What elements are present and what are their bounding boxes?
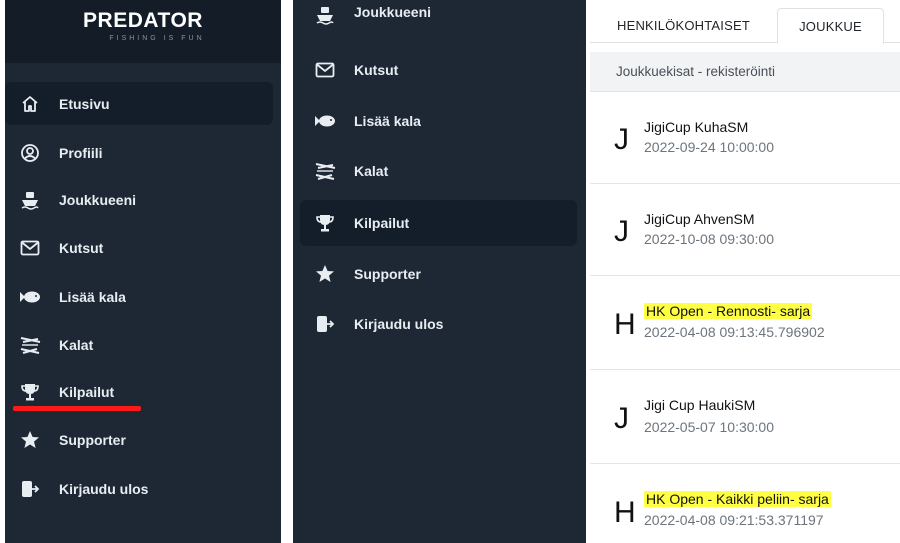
- sidebar-item-label: Supporter: [59, 431, 126, 448]
- app-tagline: FISHING IS FUN: [109, 35, 205, 42]
- sidebar-item-joukkueeni[interactable]: Joukkueeni: [300, 0, 577, 36]
- list-item-initial: H: [614, 308, 636, 341]
- boat-icon: [314, 4, 336, 26]
- trophy-icon: [314, 212, 336, 234]
- sidebar-item-label: Joukkueeni: [59, 191, 137, 208]
- star-icon: [19, 429, 41, 451]
- logo-bar: PREDATOR FISHING IS FUN: [5, 0, 281, 63]
- fish-icon: [314, 110, 336, 132]
- competition-name: JigiCup AhvenSM: [644, 211, 755, 227]
- sidebar-item-supporter[interactable]: Supporter: [300, 252, 577, 295]
- sidebar-item-supporter[interactable]: Supporter: [5, 418, 273, 461]
- sidebar-item-label: Kilpailut: [59, 383, 115, 400]
- envelope-icon: [19, 237, 41, 259]
- list-item[interactable]: H HK Open - Rennosti- sarja 2022-04-08 0…: [590, 276, 900, 370]
- middle-sidebar: Joukkueeni Kutsut Lisää kala Kalat Kilpa: [293, 0, 586, 543]
- annotation-underline: [13, 406, 141, 411]
- list-item-initial: J: [614, 123, 629, 156]
- sidebar-item-label: Lisää kala: [59, 288, 126, 305]
- sidebar-item-label: Lisää kala: [354, 112, 421, 129]
- list-item[interactable]: J Jigi Cup HaukiSM 2022-05-07 10:30:00: [590, 370, 900, 464]
- competition-datetime: 2022-09-24 10:00:00: [644, 139, 774, 155]
- tab-joukkue[interactable]: JOUKKUE: [777, 8, 884, 44]
- tab-bar: HENKILÖKOHTAISET JOUKKUE: [590, 8, 900, 44]
- tab-henkilokohtaiset[interactable]: HENKILÖKOHTAISET: [590, 8, 777, 43]
- competition-datetime: 2022-04-08 09:21:53.371197: [644, 512, 824, 528]
- sidebar-item-lisaa-kala[interactable]: Lisää kala: [300, 99, 577, 142]
- competition-datetime: 2022-10-08 09:30:00: [644, 231, 774, 247]
- left-sidebar: PREDATOR FISHING IS FUN Etusivu Profiili…: [5, 0, 281, 543]
- sidebar-item-etusivu[interactable]: Etusivu: [5, 82, 273, 125]
- sidebar-item-label: Kalat: [354, 162, 389, 179]
- competition-datetime: 2022-04-08 09:13:45.796902: [644, 324, 825, 340]
- competition-name: JigiCup KuhaSM: [644, 119, 749, 135]
- sidebar-item-label: Kirjaudu ulos: [59, 480, 149, 497]
- sidebar-item-kalat[interactable]: Kalat: [300, 149, 577, 192]
- user-circle-icon: [19, 142, 41, 164]
- sidebar-item-label: Joukkueeni: [354, 4, 432, 20]
- boat-icon: [19, 189, 41, 211]
- sidebar-item-label: Kutsut: [59, 239, 104, 256]
- section-title: Joukkuekisat - rekisteröinti: [590, 52, 900, 92]
- sidebar-item-label: Kirjaudu ulos: [354, 315, 444, 332]
- sidebar-item-kirjaudu-ulos[interactable]: Kirjaudu ulos: [300, 302, 577, 345]
- sidebar-item-kilpailut[interactable]: Kilpailut: [300, 200, 577, 246]
- sidebar-item-kutsut[interactable]: Kutsut: [5, 226, 273, 269]
- list-item-initial: J: [614, 215, 629, 248]
- sidebar-item-kirjaudu-ulos[interactable]: Kirjaudu ulos: [5, 467, 273, 510]
- sidebar-item-label: Etusivu: [59, 95, 110, 112]
- competition-name: HK Open - Rennosti- sarja: [644, 303, 813, 319]
- list-item[interactable]: H HK Open - Kaikki peliin- sarja 2022-04…: [590, 464, 900, 543]
- list-item[interactable]: J JigiCup AhvenSM 2022-10-08 09:30:00: [590, 184, 900, 276]
- star-icon: [314, 263, 336, 285]
- sidebar-item-label: Kutsut: [354, 61, 399, 78]
- list-item-initial: H: [614, 496, 636, 529]
- list-item[interactable]: J JigiCup KuhaSM 2022-09-24 10:00:00: [590, 92, 900, 184]
- sidebar-item-label: Kalat: [59, 336, 94, 353]
- sidebar-item-profiili[interactable]: Profiili: [5, 131, 273, 174]
- sidebar-item-kutsut[interactable]: Kutsut: [300, 48, 577, 91]
- screenshot-stage: PREDATOR FISHING IS FUN Etusivu Profiili…: [0, 0, 900, 543]
- envelope-icon: [314, 59, 336, 81]
- fishes-icon: [19, 334, 41, 356]
- sidebar-item-lisaa-kala[interactable]: Lisää kala: [5, 275, 273, 318]
- home-icon: [19, 93, 41, 115]
- sidebar-item-joukkueeni[interactable]: Joukkueeni: [5, 178, 273, 221]
- fish-icon: [19, 286, 41, 308]
- competitions-panel: HENKILÖKOHTAISET JOUKKUE Joukkuekisat - …: [590, 0, 900, 543]
- fishes-icon: [314, 160, 336, 182]
- trophy-icon: [19, 381, 41, 403]
- sidebar-item-kalat[interactable]: Kalat: [5, 323, 273, 366]
- competition-name: HK Open - Kaikki peliin- sarja: [644, 491, 831, 507]
- sidebar-item-label: Profiili: [59, 144, 103, 161]
- logout-icon: [19, 478, 41, 500]
- logout-icon: [314, 313, 336, 335]
- competition-datetime: 2022-05-07 10:30:00: [644, 419, 774, 435]
- sidebar-item-label: Supporter: [354, 265, 421, 282]
- app-logo[interactable]: PREDATOR: [5, 9, 281, 33]
- list-item-initial: J: [614, 402, 629, 435]
- sidebar-item-label: Kilpailut: [354, 215, 410, 231]
- competition-name: Jigi Cup HaukiSM: [644, 397, 756, 413]
